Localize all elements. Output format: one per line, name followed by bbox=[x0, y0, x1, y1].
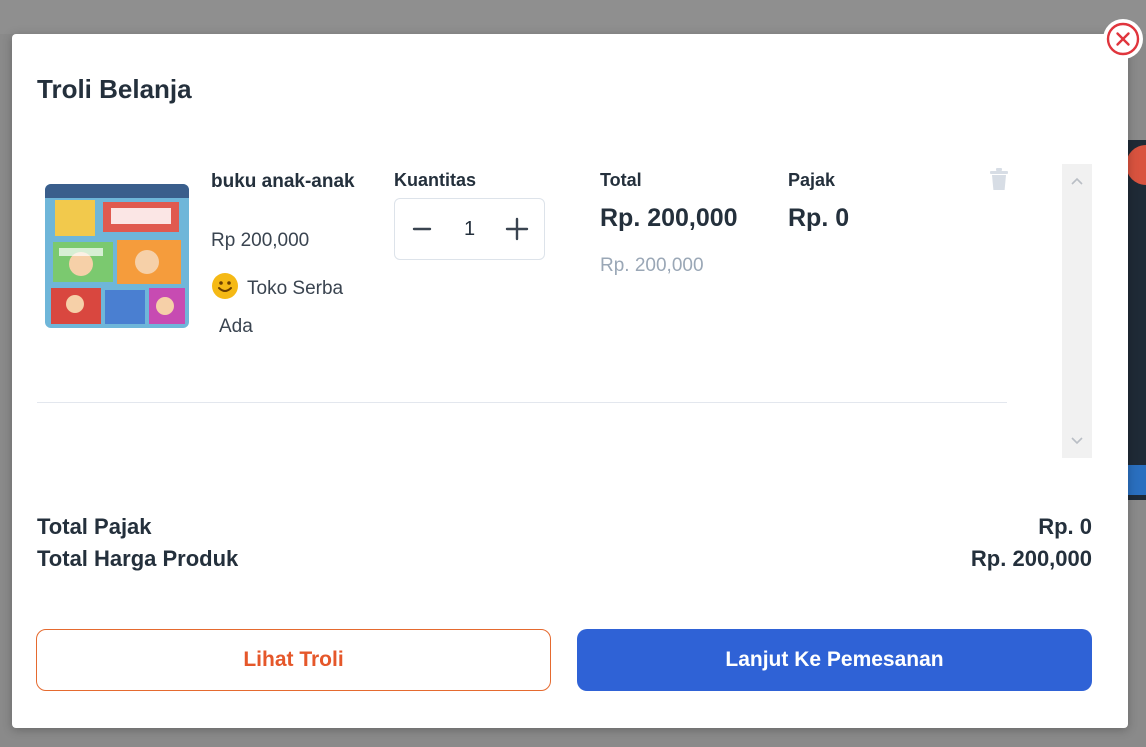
item-total-label: Total bbox=[600, 170, 642, 190]
summary-total-value: Rp. 200,000 bbox=[970, 546, 1092, 571]
item-tax-value: Rp. 0 bbox=[788, 204, 850, 232]
backdrop-tag bbox=[1126, 465, 1146, 495]
quantity-value[interactable]: 1 bbox=[464, 218, 475, 241]
close-modal-button[interactable] bbox=[1103, 19, 1143, 59]
view-cart-button[interactable]: Lihat Troli bbox=[36, 629, 551, 691]
summary-tax-row: Total Pajak Rp. 0 bbox=[37, 514, 1092, 540]
minus-icon bbox=[412, 227, 432, 231]
plus-icon bbox=[505, 217, 529, 241]
delete-item-button[interactable] bbox=[986, 166, 1012, 192]
product-unit-price: Rp 200,000 bbox=[211, 230, 310, 251]
item-tax-label: Pajak bbox=[788, 170, 836, 190]
quantity-label: Kuantitas bbox=[394, 170, 477, 190]
summary-tax-label: Total Pajak bbox=[37, 514, 152, 539]
backdrop-top bbox=[0, 0, 1146, 34]
backdrop-badge bbox=[1126, 145, 1146, 185]
summary-total-row: Total Harga Produk Rp. 200,000 bbox=[37, 546, 1092, 572]
quantity-stepper: 1 bbox=[394, 198, 545, 260]
cart-item-list: buku anak-anak Rp 200,000 Toko Serba Ada… bbox=[37, 162, 1092, 458]
scroll-up-button[interactable] bbox=[1062, 166, 1092, 196]
book-cover-illustration bbox=[45, 184, 189, 328]
smiley-store-icon bbox=[211, 272, 239, 311]
store-info: Toko Serba Ada bbox=[211, 272, 376, 343]
item-total-value: Rp. 200,000 bbox=[600, 204, 738, 232]
product-image[interactable] bbox=[45, 184, 189, 328]
chevron-down-icon bbox=[1071, 437, 1083, 445]
close-circle-icon bbox=[1106, 22, 1140, 56]
item-total-original: Rp. 200,000 bbox=[600, 255, 704, 276]
product-name[interactable]: buku anak-anak bbox=[211, 166, 361, 198]
store-name-line2[interactable]: Ada bbox=[211, 311, 376, 343]
scroll-down-button[interactable] bbox=[1062, 426, 1092, 456]
trash-icon bbox=[990, 168, 1008, 190]
item-divider bbox=[37, 402, 1007, 403]
chevron-up-icon bbox=[1071, 177, 1083, 185]
store-name-line1[interactable]: Toko Serba bbox=[247, 278, 343, 299]
modal-title: Troli Belanja bbox=[37, 74, 192, 104]
summary-tax-value: Rp. 0 bbox=[1038, 514, 1092, 539]
increment-button[interactable] bbox=[504, 216, 530, 242]
backdrop-right-edge bbox=[1126, 140, 1146, 500]
cart-scrollbar[interactable] bbox=[1062, 164, 1092, 458]
decrement-button[interactable] bbox=[409, 216, 435, 242]
checkout-button[interactable]: Lanjut Ke Pemesanan bbox=[577, 629, 1092, 691]
cart-modal: Troli Belanja buku anak-anak Rp 200,000 … bbox=[12, 34, 1128, 728]
summary-total-label: Total Harga Produk bbox=[37, 546, 239, 571]
